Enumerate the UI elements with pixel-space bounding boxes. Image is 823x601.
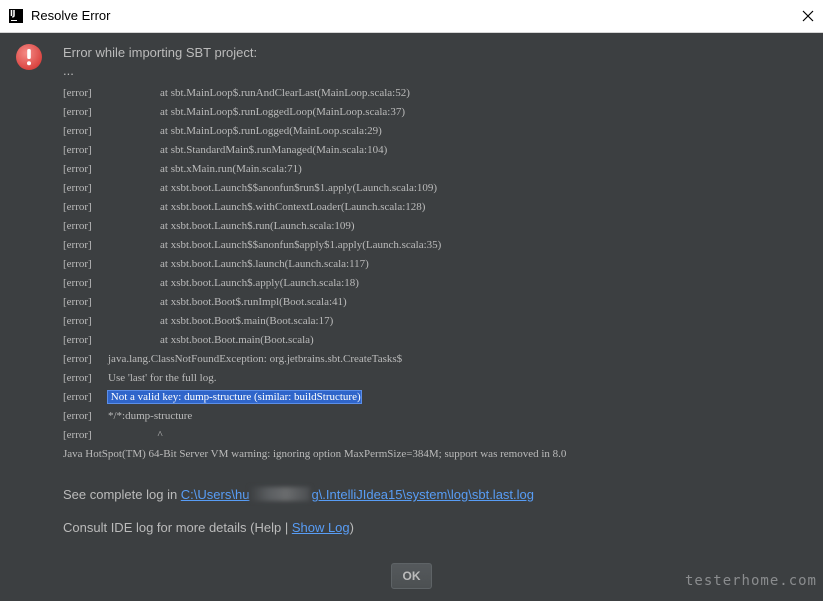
log-tag: [error] [63, 125, 92, 137]
log-line: [error] at sbt.MainLoop$.runAndClearLast(… [63, 84, 803, 103]
log-line: [error] at sbt.StandardMain$.runManaged(M… [63, 141, 803, 160]
log-text: ^ [108, 429, 163, 441]
log-tag: [error] [63, 87, 92, 99]
show-log-link[interactable]: Show Log [292, 520, 350, 535]
error-heading: Error while importing SBT project: [63, 45, 258, 60]
log-text: at xsbt.boot.Launch$.apply(Launch.scala:… [160, 277, 359, 289]
log-text: at sbt.MainLoop$.runLogged(MainLoop.scal… [160, 125, 382, 137]
log-line: [error] at xsbt.boot.Launch$.launch(Launc… [63, 255, 803, 274]
log-tag: [error] [63, 106, 92, 118]
log-tag: [error] [63, 182, 92, 194]
redacted-username [250, 487, 311, 501]
log-line: [error] at xsbt.boot.Boot$.runImpl(Boot.s… [63, 293, 803, 312]
log-tag: [error] [63, 410, 92, 422]
log-tag: [error] [63, 353, 92, 365]
log-text: at sbt.MainLoop$.runAndClearLast(MainLoo… [160, 87, 410, 99]
log-line: [error] at sbt.MainLoop$.runLogged(MainLo… [63, 122, 803, 141]
log-tag: [error] [63, 239, 92, 251]
see-complete-log: See complete log in C:\Users\hu g\.Intell… [63, 487, 534, 502]
log-line: [error] at xsbt.boot.Launch$.run(Launch.s… [63, 217, 803, 236]
log-text: at xsbt.boot.Launch$$anonfun$run$1.apply… [160, 182, 438, 194]
log-tag: [error] [63, 258, 92, 270]
close-button[interactable] [793, 0, 823, 32]
dialog-content: Error while importing SBT project: ... [… [0, 33, 823, 601]
log-text: at xsbt.boot.Launch$.withContextLoader(L… [160, 201, 426, 213]
consult-prefix: Consult IDE log for more details (Help | [63, 520, 292, 535]
log-path-start: C:\Users\hu [180, 487, 250, 502]
window-title: Resolve Error [31, 8, 111, 23]
log-line: [error] at xsbt.boot.Launch$.withContextL… [63, 198, 803, 217]
log-tag: [error] [63, 277, 92, 289]
log-line: [error] at xsbt.boot.Launch$$anonfun$appl… [63, 236, 803, 255]
log-file-link[interactable]: C:\Users\hu g\.IntelliJIdea15\system\log\… [181, 487, 534, 502]
log-line: [error] at sbt.MainLoop$.runLoggedLoop(Ma… [63, 103, 803, 122]
error-log: [error] at sbt.MainLoop$.runAndClearLast(… [63, 84, 803, 464]
log-tag: [error] [63, 163, 92, 175]
log-text: at xsbt.boot.Launch$$anonfun$apply$1.app… [160, 239, 442, 251]
log-tag: [error] [63, 429, 92, 441]
log-text: java.lang.ClassNotFoundException: org.je… [108, 353, 403, 365]
log-tag: [error] [63, 296, 92, 308]
ellipsis: ... [63, 63, 74, 78]
consult-suffix: ) [349, 520, 354, 535]
close-icon [802, 10, 814, 22]
log-text: Use 'last' for the full log. [108, 372, 217, 384]
log-text: at sbt.MainLoop$.runLoggedLoop(MainLoop.… [160, 106, 406, 118]
log-line: [error] at xsbt.boot.Boot.main(Boot.scala… [63, 331, 803, 350]
log-line: [error] at xsbt.boot.Boot$.main(Boot.scal… [63, 312, 803, 331]
consult-ide-log: Consult IDE log for more details (Help |… [63, 520, 354, 535]
title-bar: IJ Resolve Error [0, 0, 823, 33]
log-tag: [error] [63, 334, 92, 346]
log-text: at sbt.xMain.run(Main.scala:71) [160, 163, 302, 175]
log-line: [error] at sbt.xMain.run(Main.scala:71) [63, 160, 803, 179]
log-tag: [error] [63, 220, 92, 232]
log-text: at xsbt.boot.Boot.main(Boot.scala) [160, 334, 314, 346]
log-text: at xsbt.boot.Boot$.runImpl(Boot.scala:41… [160, 296, 347, 308]
log-text: at xsbt.boot.Launch$.launch(Launch.scala… [160, 258, 369, 270]
watermark: testerhome.com [684, 573, 817, 589]
log-line: [error] at xsbt.boot.Launch$.apply(Launch… [63, 274, 803, 293]
error-icon [16, 44, 42, 70]
log-tag: [error] [63, 201, 92, 213]
log-text-selected: Not a valid key: dump-structure (similar… [107, 390, 362, 404]
log-line: [error] */*:dump-structure [63, 407, 803, 426]
log-text: at sbt.StandardMain$.runManaged(Main.sca… [160, 144, 388, 156]
intellij-app-icon: IJ [9, 9, 23, 23]
log-line: [error] at xsbt.boot.Launch$$anonfun$run$… [63, 179, 803, 198]
log-text: */*:dump-structure [108, 410, 193, 422]
ok-button[interactable]: OK [391, 563, 432, 589]
log-line: [error] Use 'last' for the full log. [63, 369, 803, 388]
jvm-warning: Java HotSpot(TM) 64-Bit Server VM warnin… [63, 448, 567, 460]
log-tag: [error] [63, 391, 92, 403]
log-text: at xsbt.boot.Boot$.main(Boot.scala:17) [160, 315, 334, 327]
log-tag: [error] [63, 144, 92, 156]
log-tag: [error] [63, 315, 92, 327]
log-tag: [error] [63, 372, 92, 384]
see-log-prefix: See complete log in [63, 487, 181, 502]
app-icon-letters: IJ [10, 9, 15, 18]
log-path-end: g\.IntelliJIdea15\system\log\sbt.last.lo… [311, 487, 534, 502]
log-line: [error] Not a valid key: dump-structure … [63, 388, 803, 407]
log-line: [error] ^ [63, 426, 803, 445]
log-text: at xsbt.boot.Launch$.run(Launch.scala:10… [160, 220, 355, 232]
log-line: [error] java.lang.ClassNotFoundException:… [63, 350, 803, 369]
